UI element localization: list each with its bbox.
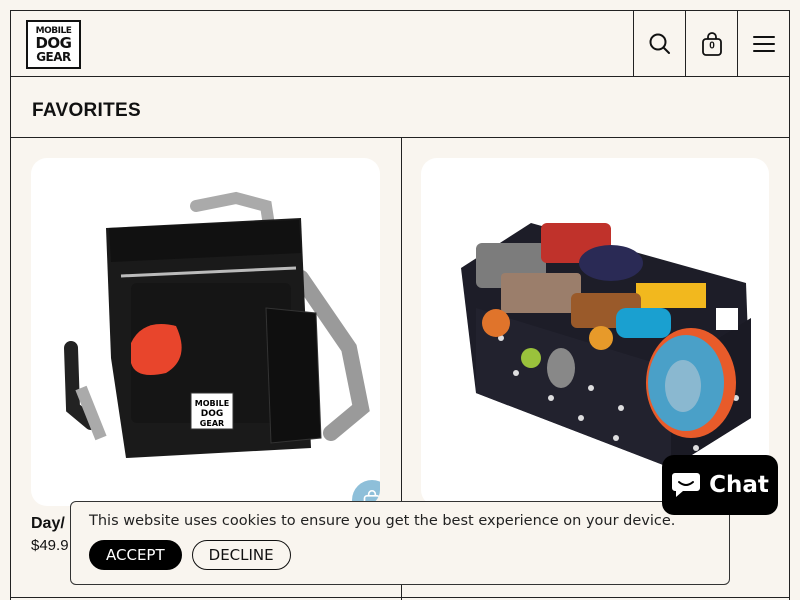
search-icon xyxy=(649,33,670,54)
grid-bottom-border xyxy=(10,597,790,598)
svg-text:DOG: DOG xyxy=(201,409,224,419)
logo-line-3: GEAR xyxy=(36,49,71,64)
bag-illustration: MOBILE DOG GEAR xyxy=(64,191,370,458)
cookie-banner: This website uses cookies to ensure you … xyxy=(70,501,730,585)
cart-count: 0 xyxy=(709,40,715,52)
chat-button[interactable]: Chat xyxy=(662,455,778,515)
section-title: FAVORITES xyxy=(10,76,790,138)
cookie-buttons: ACCEPT DECLINE xyxy=(89,540,711,570)
product-image[interactable] xyxy=(421,158,769,506)
cart-button[interactable]: 0 xyxy=(685,11,737,76)
logo-line-2: DOG xyxy=(35,33,72,52)
menu-button[interactable] xyxy=(737,11,789,76)
product-price: $49.9 xyxy=(31,537,69,554)
chat-label: Chat xyxy=(709,472,769,498)
chat-bubble-icon xyxy=(672,473,701,497)
hamburger-menu-icon xyxy=(752,35,775,52)
organizer-illustration xyxy=(461,223,751,468)
brand-logo[interactable]: MOBILE DOG GEAR xyxy=(26,20,81,69)
svg-text:MOBILE: MOBILE xyxy=(195,399,229,408)
logo-area: MOBILE DOG GEAR xyxy=(11,11,633,76)
product-title[interactable]: Day/ xyxy=(31,515,65,533)
cookie-message: This website uses cookies to ensure you … xyxy=(89,513,676,529)
svg-text:GEAR: GEAR xyxy=(200,419,224,428)
site-header: MOBILE DOG GEAR 0 xyxy=(10,10,790,77)
search-button[interactable] xyxy=(633,11,685,76)
accept-button[interactable]: ACCEPT xyxy=(89,540,182,570)
product-image[interactable]: MOBILE DOG GEAR xyxy=(31,158,380,506)
decline-button[interactable]: DECLINE xyxy=(191,540,291,570)
